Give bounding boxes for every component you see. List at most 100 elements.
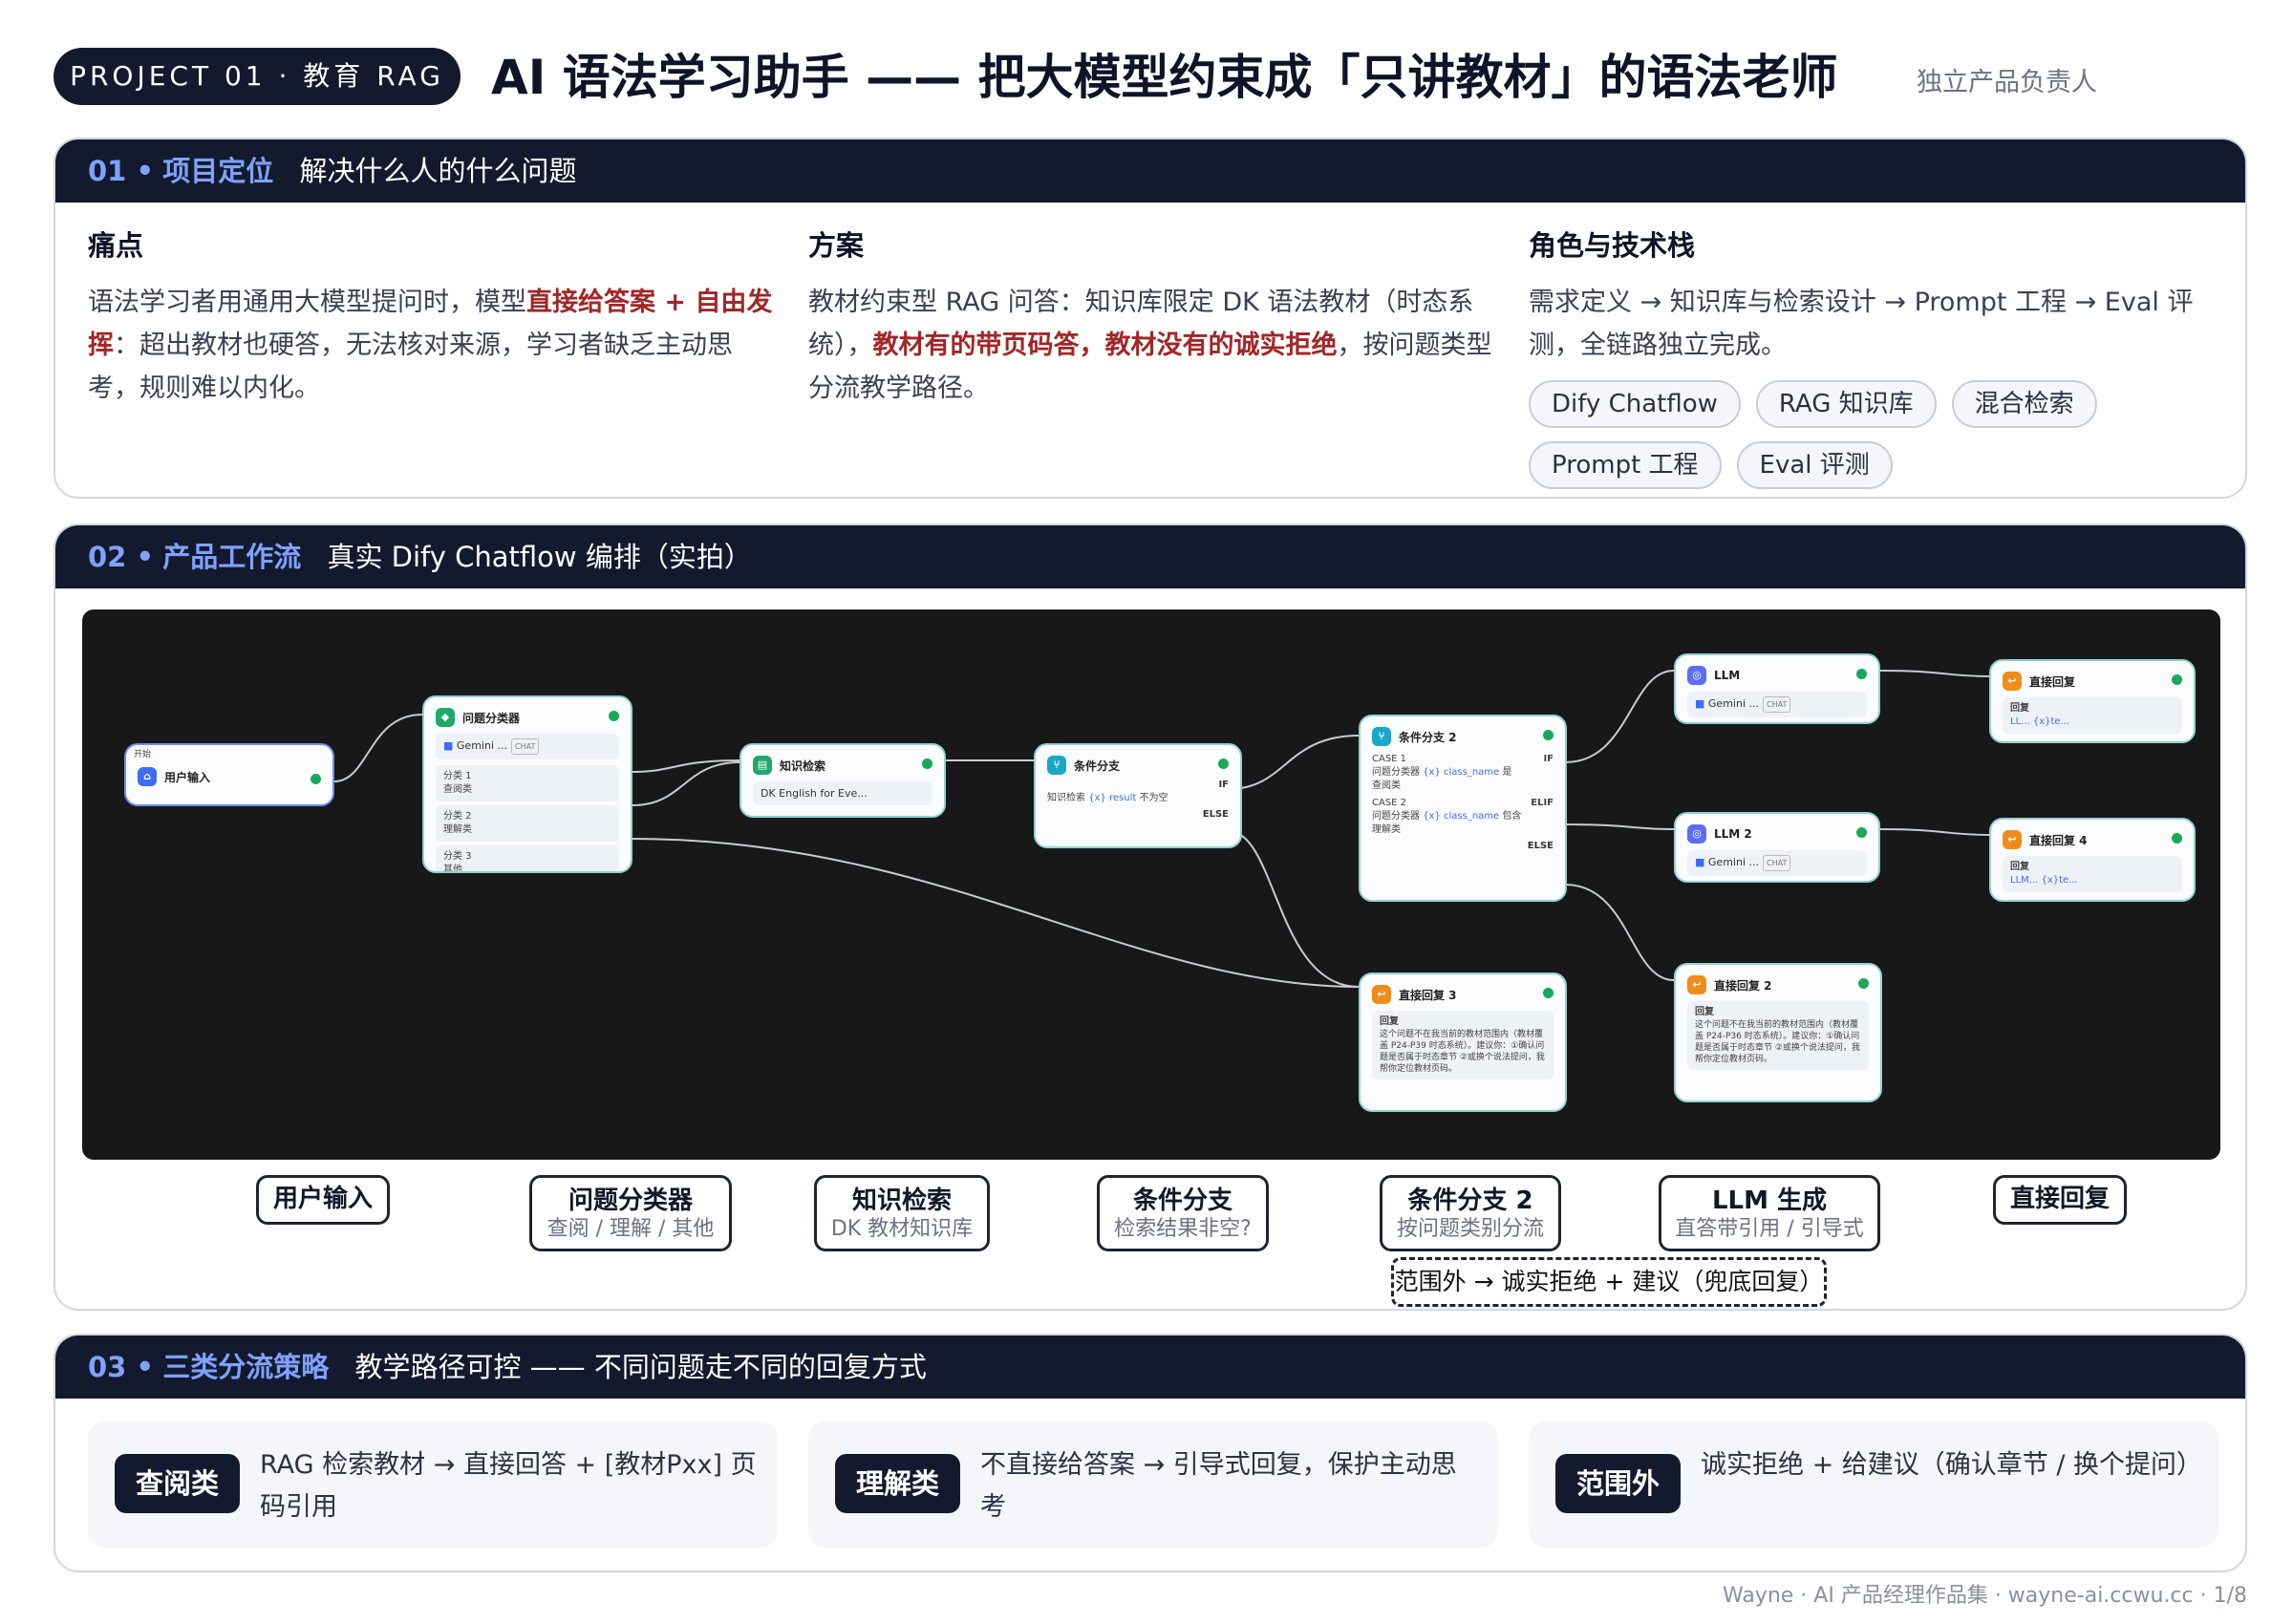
tag-prompt: Prompt 工程 <box>1529 441 1722 489</box>
success-dot-icon <box>1856 827 1867 838</box>
reply-icon: ↩ <box>2003 830 2022 849</box>
success-dot-icon <box>1543 988 1554 998</box>
model-row: ■ Gemini ... CHAT <box>436 734 619 759</box>
success-dot-icon <box>1543 730 1554 740</box>
success-dot-icon <box>311 774 321 784</box>
strategy-chip: 理解类 <box>835 1454 961 1513</box>
tag-rag-kb: RAG 知识库 <box>1755 380 1937 428</box>
reply-row: 回复 LL... {x}te... <box>2003 697 2182 734</box>
branch-icon: ⑂ <box>1047 756 1066 775</box>
class-2: 分类 2 理解类 <box>436 805 619 842</box>
node-title: 用户输入 <box>164 770 211 784</box>
strategy-text: RAG 检索教材 → 直接回答 + [教材Pxx] 页码引用 <box>260 1450 757 1522</box>
solution-text: 教材约束型 RAG 问答：知识库限定 DK 语法教材（时态系统），教材有的带页码… <box>808 288 1492 403</box>
step-label-classifier: 问题分类器 查阅 / 理解 / 其他 <box>529 1175 732 1251</box>
success-dot-icon <box>2172 833 2182 844</box>
tech-tags: Dify Chatflow RAG 知识库 混合检索 Prompt 工程 Eva… <box>1529 380 2140 489</box>
reply-icon: ↩ <box>1687 975 1706 994</box>
role-column: 角色与技术栈 需求定义 → 知识库与检索设计 → Prompt 工程 → Eva… <box>1529 224 2217 489</box>
section-header: 01 • 项目定位 解决什么人的什么问题 <box>55 139 2245 203</box>
edge-cond1-reply3 <box>1228 830 1360 988</box>
node-title: 条件分支 2 <box>1399 730 1457 744</box>
step-label-llm: LLM 生成 直答带引用 / 引导式 <box>1659 1175 1880 1251</box>
edge-cond1-cond2 <box>1228 735 1360 790</box>
section-number: 02 • <box>88 541 154 573</box>
section-title: 三类分流策略 <box>162 1351 330 1383</box>
section-title: 产品工作流 <box>162 541 302 573</box>
node-start[interactable]: 开始 ⌂ 用户输入 <box>124 743 334 806</box>
node-reply-4[interactable]: ↩ 直接回复 4 回复 LLM... {x}te... <box>1989 818 2196 902</box>
node-reply-3[interactable]: ↩ 直接回复 3 回复 这个问题不在我当前的教材范围内（教材覆盖 P24-P39 时… <box>1359 972 1567 1112</box>
home-icon: ⌂ <box>138 767 157 786</box>
success-dot-icon <box>609 711 619 721</box>
strategy-text: 不直接给答案 → 引导式回复，保护主动思考 <box>980 1450 1457 1522</box>
step-label-retrieval: 知识检索 DK 教材知识库 <box>814 1175 990 1251</box>
node-title: 直接回复 4 <box>2029 833 2088 847</box>
node-title: 问题分类器 <box>462 711 521 725</box>
node-title: LLM <box>1714 669 1741 682</box>
node-title: 直接回复 3 <box>1399 988 1457 1002</box>
pain-column: 痛点 语法学习者用通用大模型提问时，模型直接给答案 + 自由发挥：超出教材也硬答… <box>88 224 776 410</box>
strategy-text: 诚实拒绝 + 给建议（确认章节 / 换个提问） <box>1701 1450 2203 1480</box>
chatflow-canvas: 开始 ⌂ 用户输入 ◆ 问题分类器 ■ Gemini ... CHAT 分类 1 查阅类… <box>82 609 2220 1160</box>
flow-step-labels: 用户输入 问题分类器 查阅 / 理解 / 其他 知识检索 DK 教材知识库 条件… <box>82 1175 2220 1309</box>
edge-classifier-kb-1 <box>632 759 740 773</box>
edge-cond2-llm2 <box>1564 823 1675 830</box>
edge-cond2-llm1 <box>1564 670 1675 763</box>
reply-icon: ↩ <box>1372 985 1391 1004</box>
step-label-condition-2: 条件分支 2 按问题类别分流 <box>1380 1175 1561 1251</box>
solution-column: 方案 教材约束型 RAG 问答：知识库限定 DK 语法教材（时态系统），教材有的… <box>808 224 1496 410</box>
strategy-understand: 理解类 不直接给答案 → 引导式回复，保护主动思考 <box>808 1421 1498 1548</box>
step-label-input: 用户输入 <box>256 1175 390 1225</box>
success-dot-icon <box>1218 759 1229 769</box>
node-condition-2[interactable]: ⑂ 条件分支 2 CASE 1 IF 问题分类器 {x} class_name 是 … <box>1359 715 1567 902</box>
node-reply-1[interactable]: ↩ 直接回复 回复 LL... {x}te... <box>1989 659 2196 743</box>
section-number: 01 • <box>88 155 154 187</box>
edge-llm2-reply4 <box>1879 828 1990 836</box>
solution-heading: 方案 <box>808 229 865 262</box>
tag-dify-chatflow: Dify Chatflow <box>1529 380 1741 428</box>
edge-cond2-reply2 <box>1564 884 1675 981</box>
project-badge: PROJECT 01 · 教育 RAG <box>54 48 461 105</box>
classifier-icon: ◆ <box>436 708 455 727</box>
page-footer: Wayne · AI 产品经理作品集 · wayne-ai.ccwu.cc · … <box>1722 1584 2247 1608</box>
page-title: AI 语法学习助手 —— 把大模型约束成「只讲教材」的语法老师 <box>491 50 1838 105</box>
node-reply-2[interactable]: ↩ 直接回复 2 回复 这个问题不在我当前的教材范围内（教材覆盖 P24-P36 时… <box>1674 963 1882 1102</box>
section-subtitle: 解决什么人的什么问题 <box>299 155 577 187</box>
edge-classifier-kb-2 <box>632 761 740 806</box>
node-title: 直接回复 2 <box>1714 978 1772 993</box>
reply-row: 回复 这个问题不在我当前的教材范围内（教材覆盖 P24-P36 时态系统）。建议你… <box>1687 1001 1869 1070</box>
success-dot-icon <box>2172 674 2182 685</box>
fallback-note: 范围外 → 诚实拒绝 + 建议（兜底回复） <box>1391 1257 1827 1307</box>
role-text: 需求定义 → 知识库与检索设计 → Prompt 工程 → Eval 评测，全链… <box>1529 288 2194 360</box>
class-3: 分类 3 其他 <box>436 845 619 871</box>
edge-start-classifier <box>333 714 423 782</box>
strategy-chip: 查阅类 <box>115 1454 241 1513</box>
section-subtitle: 真实 Dify Chatflow 编排（实拍） <box>327 541 752 573</box>
flow-connections <box>333 670 1990 988</box>
role-label: 独立产品负责人 <box>1917 68 2097 97</box>
page-header: PROJECT 01 · 教育 RAG AI 语法学习助手 —— 把大模型约束成… <box>54 44 2251 111</box>
llm-icon: ◎ <box>1687 666 1706 685</box>
edge-llm1-reply1 <box>1879 670 1990 677</box>
section-title: 项目定位 <box>162 155 274 187</box>
node-title: 条件分支 <box>1074 759 1121 773</box>
node-classifier[interactable]: ◆ 问题分类器 ■ Gemini ... CHAT 分类 1 查阅类 分类 2 理解类 … <box>422 695 632 873</box>
node-llm-2[interactable]: ◎ LLM 2 ■ Gemini ... CHAT <box>1674 812 1880 883</box>
node-llm[interactable]: ◎ LLM ■ Gemini ... CHAT <box>1674 653 1880 724</box>
section-positioning: 01 • 项目定位 解决什么人的什么问题 痛点 语法学习者用通用大模型提问时，模… <box>54 138 2247 499</box>
branch-icon: ⑂ <box>1372 727 1391 746</box>
section-header: 03 • 三类分流策略 教学路径可控 —— 不同问题走不同的回复方式 <box>55 1336 2245 1399</box>
step-label-reply: 直接回复 <box>1993 1175 2127 1225</box>
node-title: 知识检索 <box>780 759 826 773</box>
cond1-row: 知识检索 {x} result 不为空 <box>1047 793 1168 803</box>
section-header: 02 • 产品工作流 真实 Dify Chatflow 编排（实拍） <box>55 525 2245 588</box>
success-dot-icon <box>1858 978 1869 989</box>
model-row: ■ Gemini ... CHAT <box>1687 850 1867 876</box>
edge-classifier-reply3 <box>632 838 1360 988</box>
reply-row: 回复 LLM... {x}te... <box>2003 856 2182 892</box>
node-knowledge-retrieval[interactable]: ▤ 知识检索 DK English for Eve... <box>739 743 946 818</box>
strategy-lookup: 查阅类 RAG 检索教材 → 直接回答 + [教材Pxx] 页码引用 <box>88 1421 778 1548</box>
node-title: 直接回复 <box>2029 674 2076 689</box>
node-condition-1[interactable]: ⑂ 条件分支 IF 知识检索 {x} result 不为空 ELSE <box>1034 743 1242 848</box>
